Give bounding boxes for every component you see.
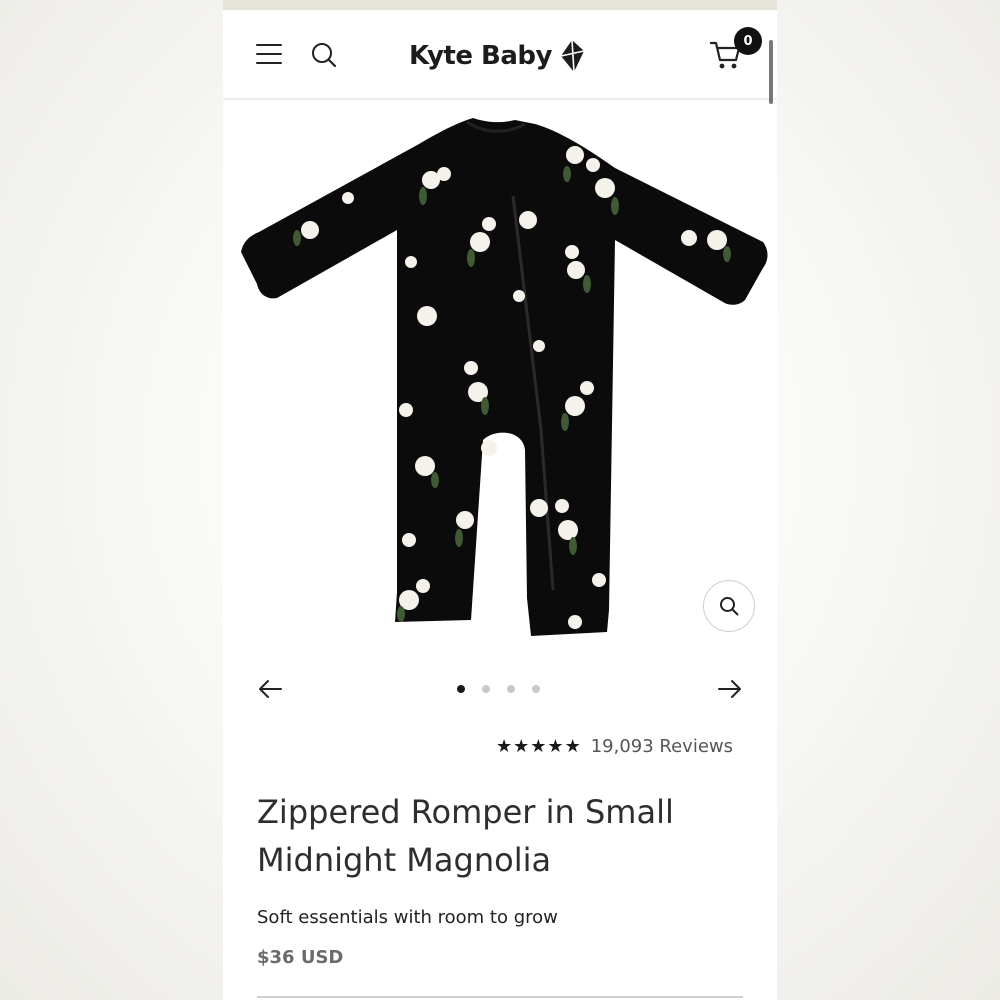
review-count-link[interactable]: 19,093 Reviews: [591, 736, 733, 757]
hamburger-icon[interactable]: [256, 44, 282, 64]
gallery-dot-1[interactable]: [457, 685, 465, 693]
product-price: $36 USD: [257, 947, 344, 968]
romper-silhouette: [241, 118, 768, 636]
star-icon: ★: [496, 735, 513, 757]
brand-logo[interactable]: Kyte Baby: [409, 36, 586, 76]
arrow-right-icon[interactable]: [717, 678, 743, 700]
star-icon: ★: [564, 735, 581, 757]
star-icon: ★: [513, 735, 530, 757]
product-tagline: Soft essentials with room to grow: [257, 907, 558, 928]
section-divider: [257, 996, 743, 998]
gallery-dot-4[interactable]: [532, 685, 540, 693]
gallery-pagination: [457, 685, 540, 695]
star-icon: ★: [547, 735, 564, 757]
magnify-icon: [720, 597, 739, 616]
product-rating[interactable]: ★ ★ ★ ★ ★ 19,093 Reviews: [496, 736, 733, 757]
gallery-dot-2[interactable]: [482, 685, 490, 693]
kite-icon: [560, 39, 585, 73]
star-icon: ★: [530, 735, 547, 757]
product-image[interactable]: [223, 110, 777, 650]
browser-top-strip: [223, 0, 777, 10]
mobile-page: Kyte Baby 0 ★ ★ ★ ★ ★ 19,093 Reviews Zip…: [223, 10, 777, 1000]
product-title: Zippered Romper in Small Midnight Magnol…: [257, 793, 674, 879]
search-icon[interactable]: [309, 40, 339, 70]
star-rating: ★ ★ ★ ★ ★: [496, 735, 581, 757]
zoom-button[interactable]: [703, 580, 755, 632]
site-header: Kyte Baby 0: [223, 10, 777, 100]
gallery-dot-3[interactable]: [507, 685, 515, 693]
arrow-left-icon[interactable]: [257, 678, 283, 700]
scrollbar[interactable]: [769, 40, 773, 104]
brand-name: Kyte Baby: [409, 41, 552, 71]
cart-count-badge[interactable]: 0: [734, 27, 762, 55]
